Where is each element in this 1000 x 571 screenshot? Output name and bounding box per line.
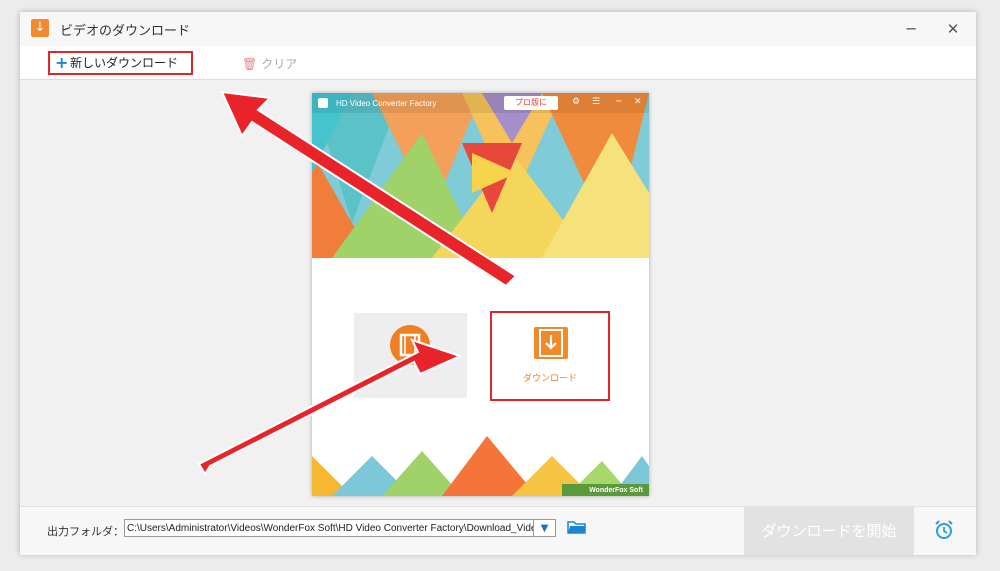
inner-minimize-button[interactable]: ─ xyxy=(616,97,621,107)
inner-app-title: HD Video Converter Factory xyxy=(336,99,437,108)
folder-open-icon[interactable] xyxy=(567,519,587,535)
plus-icon: + xyxy=(55,53,69,72)
window-title: ビデオのダウンロード xyxy=(60,24,191,39)
start-download-button[interactable]: ダウンロードを開始 xyxy=(744,507,914,555)
brand-label: WonderFox Soft xyxy=(589,487,643,494)
inner-close-button[interactable]: ✕ xyxy=(634,97,642,107)
trash-icon: 🗑 xyxy=(242,57,258,71)
download-arrow-icon: ↓ xyxy=(31,19,49,37)
film-reel-icon xyxy=(390,325,430,365)
download-tile-label: ダウンロード xyxy=(522,374,577,384)
embedded-app-screenshot: HD Video Converter Factory プロ版に ⚙ ☰ ─ ✕ … xyxy=(312,93,649,496)
minimize-button[interactable]: ─ xyxy=(900,18,922,40)
output-folder-label: 出力フォルダ： xyxy=(47,525,124,538)
alarm-clock-icon[interactable] xyxy=(933,519,955,541)
menu-icon[interactable]: ☰ xyxy=(592,97,600,107)
title-bar: ↓ ビデオのダウンロード ─ ✕ xyxy=(20,12,976,46)
bottom-bar: 出力フォルダ： C:\Users\Administrator\Videos\Wo… xyxy=(20,506,976,555)
upgrade-pro-button[interactable]: プロ版に xyxy=(504,96,558,110)
output-path-field[interactable]: C:\Users\Administrator\Videos\WonderFox … xyxy=(124,519,534,537)
toolbar: + 新しいダウンロード 🗑 クリア xyxy=(20,46,976,80)
colorful-banner xyxy=(312,93,649,258)
chevron-down-icon[interactable]: ▼ xyxy=(534,519,556,537)
clear-button[interactable]: 🗑 クリア xyxy=(242,55,297,72)
converter-tile[interactable] xyxy=(354,313,467,398)
new-download-label: 新しいダウンロード xyxy=(70,56,179,70)
download-film-icon xyxy=(534,327,568,359)
new-download-button[interactable]: + 新しいダウンロード xyxy=(48,51,193,75)
download-tile[interactable]: ダウンロード xyxy=(490,311,610,401)
close-button[interactable]: ✕ xyxy=(942,18,964,40)
app-logo-icon xyxy=(318,98,328,108)
clear-label: クリア xyxy=(261,57,298,71)
settings-icon[interactable]: ⚙ xyxy=(572,97,580,107)
